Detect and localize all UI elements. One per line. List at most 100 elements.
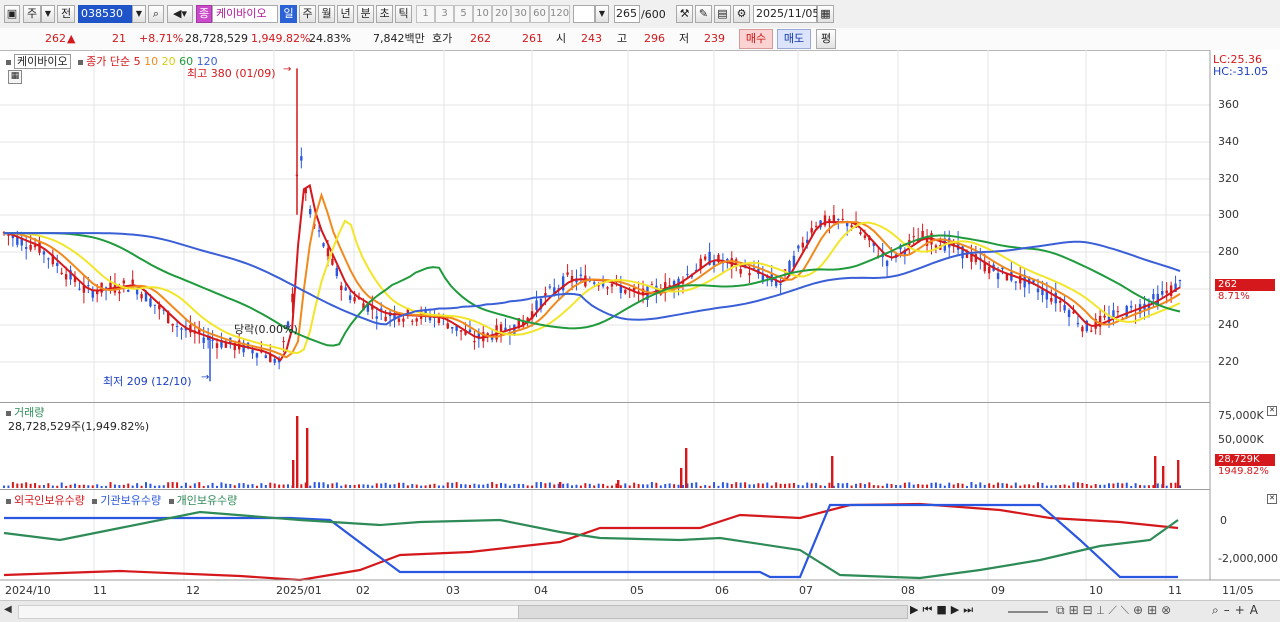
bottom-toolbar: ◀ ▶⏮■▶⏭ ⧉⊞⊟⟂⟋⟍⊕⊞⊗ ⌕–+A: [0, 600, 1280, 622]
date-label: 04: [534, 584, 548, 597]
interval-10[interactable]: 10: [473, 5, 492, 23]
volume-bar: [402, 482, 405, 488]
volume-bar: [522, 484, 525, 488]
interval-5[interactable]: 5: [454, 5, 473, 23]
candle-body: [428, 317, 432, 321]
code-input[interactable]: 038530: [78, 5, 132, 23]
candle-body: [593, 282, 596, 284]
volume-bar: [872, 485, 875, 488]
volume-bar: [292, 460, 295, 488]
volume-bar: [850, 485, 853, 488]
volume-bar: [792, 482, 795, 488]
volume-bar: [859, 483, 862, 488]
panel-marker-icon: [168, 498, 174, 504]
market-dropdown-icon[interactable]: ▼: [41, 5, 55, 23]
gear-icon[interactable]: ⚙: [733, 5, 750, 23]
zoom-slider[interactable]: [1008, 611, 1048, 613]
hold-y-tick: -2,000,000: [1218, 552, 1278, 565]
volume-bar: [1154, 456, 1157, 488]
tool-icons[interactable]: ⧉⊞⊟⟂⟋⟍⊕⊞⊗: [1056, 603, 1175, 618]
candle-body: [29, 244, 32, 250]
series-foreign[interactable]: 외국인보유수량: [14, 494, 85, 507]
volume-bar: [606, 485, 609, 488]
volume-bar: [979, 482, 982, 488]
volume-bar: [34, 483, 37, 488]
zoom-icons[interactable]: ⌕–+A: [1212, 603, 1263, 618]
volume-bar: [610, 485, 613, 488]
interval-120[interactable]: 120: [549, 5, 570, 23]
period-year[interactable]: 년: [337, 5, 354, 23]
speaker-icon[interactable]: ◀▾: [167, 5, 193, 23]
period-minute[interactable]: 분: [357, 5, 374, 23]
volume-bar: [863, 484, 866, 488]
calculator-icon[interactable]: ▦: [8, 70, 22, 84]
chart-options-icon[interactable]: ⚒: [676, 5, 693, 23]
interval-1[interactable]: 1: [416, 5, 435, 23]
sell-button[interactable]: 매도: [777, 29, 811, 49]
interval-dropdown-icon[interactable]: ▼: [595, 5, 609, 23]
buy-button[interactable]: 매수: [739, 29, 773, 49]
period-day[interactable]: 일: [280, 5, 297, 23]
volume-bar: [752, 484, 755, 488]
volume-bar: [468, 484, 471, 488]
volume-bar: [442, 485, 445, 488]
volume-bar: [952, 484, 955, 488]
volume-bar: [296, 416, 299, 488]
volume-bar: [202, 485, 205, 488]
last-price-tag: 262: [1215, 279, 1275, 291]
scroll-track[interactable]: [18, 605, 520, 619]
interval-3[interactable]: 3: [435, 5, 454, 23]
interval-custom[interactable]: [573, 5, 595, 23]
candle-body: [60, 272, 63, 274]
volume-bar: [624, 483, 627, 488]
period-month[interactable]: 월: [318, 5, 335, 23]
volume-bar: [721, 482, 724, 488]
volume-bar: [1130, 485, 1133, 488]
playback-controls[interactable]: ▶⏮■▶⏭: [910, 603, 977, 617]
candle-body: [863, 235, 867, 238]
candle-body: [331, 258, 334, 265]
draw-tool-icon[interactable]: ✎: [695, 5, 712, 23]
volume-bar: [1099, 484, 1102, 488]
volume-bar: [1041, 482, 1044, 488]
volume-bar: [1072, 482, 1075, 488]
interval-60[interactable]: 60: [530, 5, 549, 23]
volume-bar: [78, 484, 81, 488]
candle-body: [748, 273, 751, 276]
volume-bar: [1177, 460, 1180, 488]
stock-name: 케이바이오: [212, 5, 278, 23]
market-select[interactable]: 주: [23, 5, 41, 23]
interval-20[interactable]: 20: [492, 5, 511, 23]
calendar-icon[interactable]: ▦: [817, 5, 834, 23]
candle-body: [801, 242, 804, 248]
candle-body: [344, 287, 347, 291]
interval-30[interactable]: 30: [511, 5, 530, 23]
candle-body: [814, 225, 818, 227]
quote-turnover: 24.83%: [309, 32, 351, 45]
period-second[interactable]: 초: [376, 5, 393, 23]
volume-bar: [704, 484, 707, 488]
save-icon[interactable]: ▤: [714, 5, 731, 23]
close-icon[interactable]: ✕: [1267, 406, 1277, 416]
period-tick[interactable]: 틱: [395, 5, 412, 23]
date-input[interactable]: 2025/11/05: [753, 5, 819, 23]
series-institution[interactable]: 기관보유수량: [100, 494, 161, 507]
scroll-left-icon[interactable]: ◀: [4, 604, 12, 615]
stock-chart[interactable]: [0, 50, 1280, 600]
avg-button[interactable]: 평: [816, 29, 836, 49]
price-panel-title[interactable]: 케이바이오: [14, 54, 71, 69]
high-note: 최고 380 (01/09): [187, 67, 276, 80]
period-week[interactable]: 주: [299, 5, 316, 23]
candle-body: [459, 330, 463, 332]
candle-body: [548, 286, 552, 288]
series-individual[interactable]: 개인보유수량: [177, 494, 238, 507]
volume-bar: [211, 482, 214, 488]
volume-bar: [970, 482, 973, 488]
prefix-select[interactable]: 전: [57, 5, 75, 23]
scroll-thumb[interactable]: [518, 605, 908, 619]
window-icon[interactable]: ▣: [4, 5, 20, 23]
code-dropdown-icon[interactable]: ▼: [132, 5, 146, 23]
close-icon[interactable]: ✕: [1267, 494, 1277, 504]
search-icon[interactable]: ⌕: [148, 5, 164, 23]
count-input[interactable]: 265: [614, 5, 640, 23]
